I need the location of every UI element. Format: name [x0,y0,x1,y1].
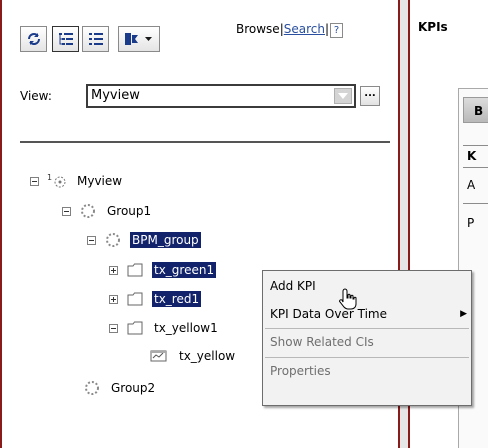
monitor-icon [150,350,167,362]
kpis-title: KPIs [418,20,448,34]
browse-label: Browse [236,22,280,36]
view-root-icon: 1 [47,173,66,188]
tree-node-tx-yellow1[interactable]: tx_yellow1 [109,318,220,338]
transaction-icon [127,263,143,277]
help-button[interactable]: ? [330,23,344,38]
divider [20,141,390,143]
collapse-toggle[interactable] [30,176,39,186]
tree-node-group2[interactable]: Group2 [83,378,157,398]
view-label: View: [20,89,52,103]
list-view-button[interactable] [82,26,109,52]
tree-label: tx_yellow1 [154,321,218,335]
transaction-icon [127,321,143,335]
tree-label: Myview [77,174,123,188]
kpi-table-row[interactable]: A [463,167,488,201]
filter-dropdown-button[interactable] [118,26,160,52]
tree-label: tx_yellow [179,349,236,363]
svg-text:1: 1 [47,173,52,182]
tree-label: BPM_group [130,232,201,248]
menu-item-show-related-cis[interactable]: Show Related CIs [263,330,471,354]
expand-toggle[interactable] [109,294,118,304]
tree-view-button[interactable] [52,26,79,52]
menu-item-label: Add KPI [270,279,316,293]
expand-toggle[interactable] [109,265,118,275]
tree-node-tx-red1[interactable]: tx_red1 [109,289,202,309]
tree-label: Group1 [107,204,152,218]
view-select-value: Myview [91,88,140,103]
collapse-toggle[interactable] [109,323,118,333]
view-more-button[interactable]: ... [360,86,380,106]
filter-dropdown-icon [125,33,152,45]
kpi-table-row[interactable]: P [463,203,488,241]
list-view-icon [88,33,103,45]
menu-item-label: KPI Data Over Time [270,307,387,321]
dropdown-arrow-icon [338,93,348,99]
tree-node-bpm-group[interactable]: BPM_group [87,230,201,250]
tree-node-myview[interactable]: 1 Myview [30,171,124,191]
refresh-icon [27,33,40,45]
tree-node-tx-green1[interactable]: tx_green1 [109,260,217,280]
browse-search-links: Browse|Search|? [236,22,344,38]
menu-item-label: Show Related CIs [270,335,374,349]
group-icon [81,204,95,218]
link-separator: | [324,22,330,36]
collapse-toggle[interactable] [87,235,96,245]
collapse-toggle[interactable] [62,206,71,216]
submenu-arrow-icon: ▶ [460,309,467,319]
menu-item-properties[interactable]: Properties [263,359,471,383]
refresh-button[interactable] [20,26,47,52]
menu-separator [265,328,469,329]
context-menu: Add KPI KPI Data Over Time ▶ Show Relate… [262,270,472,406]
tree-label: tx_red1 [152,291,202,307]
view-select[interactable]: Myview [86,84,356,108]
transaction-icon [127,292,143,306]
menu-item-kpi-data-over-time[interactable]: KPI Data Over Time ▶ [263,302,471,326]
tree-view-icon [58,33,73,45]
tree-label: tx_green1 [152,262,217,278]
tree-node-group1[interactable]: Group1 [62,201,153,221]
menu-separator [265,357,469,358]
kpi-table-header: K [463,145,488,165]
kpi-tab[interactable]: B [463,97,488,123]
tree-label: Group2 [111,381,156,395]
search-link[interactable]: Search [284,22,325,36]
view-dropdown-arrow[interactable] [334,88,352,104]
menu-item-label: Properties [270,364,331,378]
group-icon [106,233,120,247]
menu-item-add-kpi[interactable]: Add KPI [263,274,471,298]
tree-node-tx-yellow-child[interactable]: tx_yellow [149,346,237,366]
group-icon [85,381,99,395]
hand-cursor-icon [339,288,357,310]
